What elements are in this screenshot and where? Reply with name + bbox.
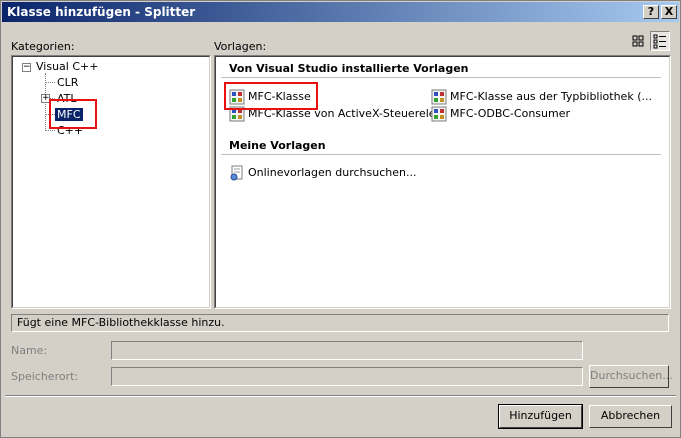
cancel-button[interactable]: Abbrechen <box>589 405 672 428</box>
large-icons-icon <box>632 35 644 47</box>
tree-item-mfc-label: MFC <box>55 108 83 121</box>
window-title: Klasse hinzufügen - Splitter <box>7 5 196 19</box>
divider <box>5 395 676 397</box>
close-button[interactable]: X <box>661 5 677 19</box>
installed-templates-heading: Von Visual Studio installierte Vorlagen <box>229 62 469 75</box>
templates-list[interactable]: Von Visual Studio installierte Vorlagen … <box>214 55 671 309</box>
collapse-icon[interactable]: − <box>22 63 31 72</box>
large-icons-view-button[interactable] <box>628 31 648 51</box>
expand-icon[interactable]: + <box>41 94 50 103</box>
tree-connector-line <box>46 130 55 131</box>
template-mfc-odbc-label: MFC-ODBC-Consumer <box>450 107 570 120</box>
tree-connector-line <box>46 82 55 83</box>
location-input[interactable] <box>111 367 583 386</box>
add-button[interactable]: Hinzufügen <box>498 404 583 429</box>
template-online-search-label: Onlinevorlagen durchsuchen... <box>248 166 417 179</box>
mfc-class-icon <box>229 89 245 105</box>
template-mfc-activex-class[interactable]: MFC-Klasse von ActiveX-Steuerele... <box>229 106 446 122</box>
tree-item-atl[interactable]: ATL <box>57 92 77 105</box>
template-mfc-odbc-consumer[interactable]: MFC-ODBC-Consumer <box>431 106 570 122</box>
mfc-activex-icon <box>229 106 245 122</box>
section-separator <box>221 154 661 155</box>
name-input[interactable] <box>111 341 583 360</box>
template-online-search[interactable]: Onlinevorlagen durchsuchen... <box>229 165 416 181</box>
tree-connector-line <box>50 98 55 99</box>
template-mfc-class-label: MFC-Klasse <box>248 90 311 103</box>
add-class-dialog: Klasse hinzufügen - Splitter ? X Kategor… <box>0 0 681 438</box>
template-mfc-class[interactable]: MFC-Klasse <box>229 89 311 105</box>
template-mfc-activex-label: MFC-Klasse von ActiveX-Steuerele... <box>248 107 447 120</box>
browse-button[interactable]: Durchsuchen... <box>589 365 673 388</box>
tree-item-clr[interactable]: CLR <box>57 76 78 89</box>
section-separator <box>221 77 661 78</box>
title-bar[interactable]: Klasse hinzufügen - Splitter ? X <box>2 2 679 22</box>
small-icons-icon <box>653 34 666 49</box>
template-mfc-typelib-label: MFC-Klasse aus der Typbibliothek (... <box>450 90 652 103</box>
categories-label: Kategorien: <box>11 40 75 53</box>
small-icons-view-button[interactable] <box>650 31 670 51</box>
help-button[interactable]: ? <box>643 5 659 19</box>
tree-item-cpp[interactable]: C++ <box>57 124 83 137</box>
location-label: Speicherort: <box>11 370 79 383</box>
name-label: Name: <box>11 344 48 357</box>
online-search-icon <box>229 165 245 181</box>
templates-label: Vorlagen: <box>214 40 267 53</box>
my-templates-heading: Meine Vorlagen <box>229 139 326 152</box>
categories-tree[interactable]: − Visual C++ CLR + ATL MFC C++ <box>11 55 211 309</box>
tree-connector-line <box>46 114 55 115</box>
tree-item-mfc[interactable]: MFC <box>55 108 83 121</box>
description-box: Fügt eine MFC-Bibliothekklasse hinzu. <box>11 314 669 332</box>
mfc-typelib-icon <box>431 89 447 105</box>
template-mfc-typelib-class[interactable]: MFC-Klasse aus der Typbibliothek (... <box>431 89 652 105</box>
mfc-odbc-icon <box>431 106 447 122</box>
tree-item-visual-cpp[interactable]: Visual C++ <box>36 60 98 73</box>
